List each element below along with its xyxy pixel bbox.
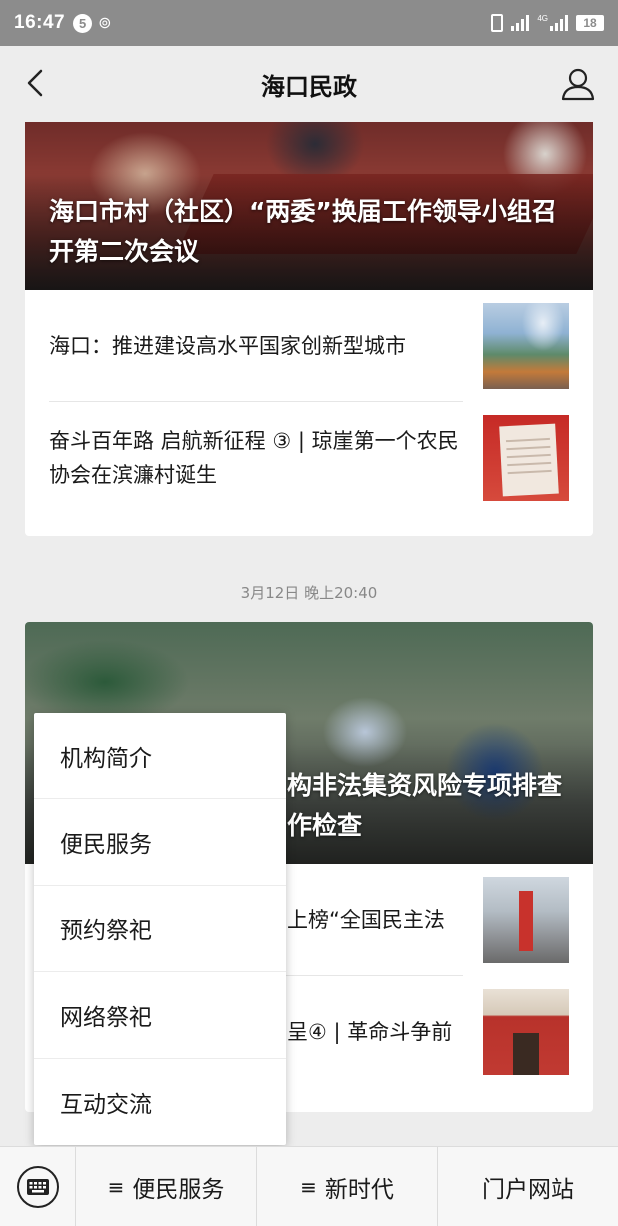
- menu-item-about[interactable]: 机构简介: [34, 713, 286, 800]
- article-title: 奋斗百年路 启航新征程 ③ | 琼崖第一个农民协会在滨濂村诞生: [49, 429, 459, 487]
- tab-portal[interactable]: 门户网站: [438, 1147, 618, 1226]
- profile-button[interactable]: [560, 66, 596, 102]
- cover-title: 构非法集资风险专项排查 作检查: [287, 766, 573, 846]
- tab-label: 新时代: [324, 1176, 394, 1203]
- link-icon: ⊚: [98, 15, 112, 32]
- page-title: 海口民政: [261, 72, 357, 101]
- menu-lines-icon: ≡: [300, 1174, 317, 1199]
- tab-services[interactable]: ≡ 便民服务: [76, 1146, 257, 1226]
- back-button[interactable]: [20, 68, 50, 98]
- article-item[interactable]: 奋斗百年路 启航新征程 ③ | 琼崖第一个农民协会在滨濂村诞生: [25, 402, 593, 514]
- chevron-left-icon: [27, 69, 43, 97]
- article-item[interactable]: 海口：推进建设高水平国家创新型城市: [25, 290, 593, 402]
- menu-item-services[interactable]: 便民服务: [34, 799, 286, 886]
- status-icons: 4G 18: [491, 14, 604, 32]
- bottom-menu-bar: ≡ 便民服务 ≡ 新时代 门户网站: [0, 1146, 618, 1226]
- signal-icon-2: [550, 15, 568, 31]
- menu-item-book-memorial[interactable]: 预约祭祀: [34, 886, 286, 973]
- article-card: 海口市村（社区）“两委”换届工作领导小组召开第二次会议 海口：推进建设高水平国家…: [25, 122, 593, 536]
- keyboard-toggle-button[interactable]: [0, 1146, 76, 1226]
- article-title: 海口：推进建设高水平国家创新型城市: [49, 334, 406, 358]
- battery-icon: 18: [576, 15, 604, 31]
- nav-bar: 海口民政: [0, 46, 618, 122]
- vibrate-icon: [491, 14, 504, 32]
- message-timestamp: 3月12日 晚上20:40: [240, 584, 378, 602]
- cover-article[interactable]: 海口市村（社区）“两委”换届工作领导小组召开第二次会议: [25, 122, 593, 290]
- house-photo-thumbnail: [483, 989, 569, 1075]
- tab-label: 便民服务: [132, 1176, 225, 1203]
- building-photo-thumbnail: [483, 877, 569, 963]
- keyboard-icon: [16, 1165, 59, 1208]
- user-icon: [561, 68, 595, 101]
- document-photo-thumbnail: [483, 415, 569, 501]
- cover-title-text: 构非法集资风险专项排查 作检查: [287, 771, 563, 840]
- signal-icon: [511, 15, 530, 31]
- menu-item-interaction[interactable]: 互动交流: [34, 1059, 286, 1145]
- menu-item-online-memorial[interactable]: 网络祭祀: [34, 972, 286, 1059]
- tab-label: 门户网站: [482, 1176, 574, 1203]
- city-photo-thumbnail: [483, 303, 569, 389]
- network-type-label: 4G: [537, 14, 548, 23]
- notification-badge: 5: [73, 13, 93, 33]
- cover-title: 海口市村（社区）“两委”换届工作领导小组召开第二次会议: [49, 197, 557, 266]
- status-bar: 16:47 5 ⊚ 4G 18: [0, 0, 618, 46]
- status-time: 16:47: [14, 12, 66, 33]
- popup-menu: 机构简介 便民服务 预约祭祀 网络祭祀 互动交流: [34, 713, 286, 1145]
- menu-lines-icon: ≡: [107, 1174, 125, 1199]
- keyboard-keys: [26, 1178, 49, 1195]
- tab-new-era[interactable]: ≡ 新时代: [257, 1146, 438, 1226]
